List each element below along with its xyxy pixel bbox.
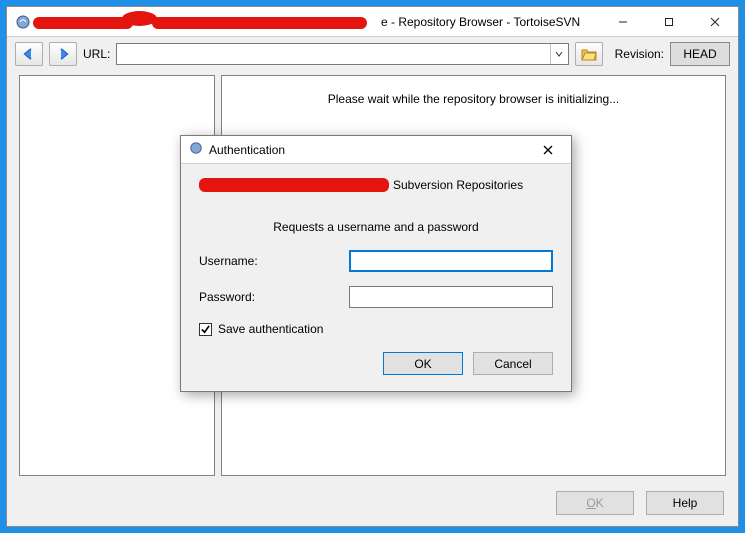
redacted-area (152, 17, 367, 29)
redacted-area (33, 17, 133, 29)
dialog-footer: OK Cancel (181, 352, 571, 391)
button-label: Help (673, 496, 698, 510)
dialog-body: Subversion Repositories Requests a usern… (181, 164, 571, 352)
dialog-close-button[interactable] (533, 139, 563, 161)
revision-label: Revision: (615, 47, 664, 61)
button-mnemonic: O (586, 496, 595, 510)
status-text: Please wait while the repository browser… (328, 92, 619, 106)
window-title: e - Repository Browser - TortoiseSVN (381, 15, 580, 29)
server-line: Subversion Repositories (199, 178, 553, 192)
button-label: OK (414, 357, 431, 371)
help-button[interactable]: Help (646, 491, 724, 515)
url-label: URL: (83, 47, 110, 61)
redacted-area (199, 178, 389, 192)
button-label: Cancel (494, 357, 531, 371)
button-rest: K (596, 496, 604, 510)
main-footer: OK Help (7, 480, 738, 526)
maximize-button[interactable] (646, 7, 692, 36)
chevron-down-icon[interactable] (550, 44, 568, 64)
password-label: Password: (199, 290, 349, 304)
app-icon (15, 14, 31, 30)
revision-button[interactable]: HEAD (670, 42, 730, 66)
save-auth-row: Save authentication (199, 322, 553, 336)
back-button[interactable] (15, 42, 43, 66)
password-field[interactable] (349, 286, 553, 308)
forward-button[interactable] (49, 42, 77, 66)
window-controls (600, 7, 738, 36)
minimize-button[interactable] (600, 7, 646, 36)
dialog-titlebar: Authentication (181, 136, 571, 164)
request-text: Requests a username and a password (199, 220, 553, 234)
app-icon (189, 141, 203, 158)
close-button[interactable] (692, 7, 738, 36)
server-suffix: Subversion Repositories (393, 178, 523, 192)
dialog-ok-button[interactable]: OK (383, 352, 463, 375)
main-ok-button[interactable]: OK (556, 491, 634, 515)
url-combo[interactable] (116, 43, 568, 65)
toolbar: URL: Revision: HEAD (7, 37, 738, 71)
dialog-title: Authentication (209, 143, 285, 157)
username-label: Username: (199, 254, 349, 268)
url-input[interactable] (117, 44, 549, 64)
save-auth-checkbox[interactable] (199, 323, 212, 336)
titlebar: e - Repository Browser - TortoiseSVN (7, 7, 738, 37)
authentication-dialog: Authentication Subversion Repositories R… (180, 135, 572, 392)
open-folder-button[interactable] (575, 42, 603, 66)
username-field[interactable] (349, 250, 553, 272)
revision-value: HEAD (683, 47, 716, 61)
dialog-cancel-button[interactable]: Cancel (473, 352, 553, 375)
save-auth-label: Save authentication (218, 322, 323, 336)
